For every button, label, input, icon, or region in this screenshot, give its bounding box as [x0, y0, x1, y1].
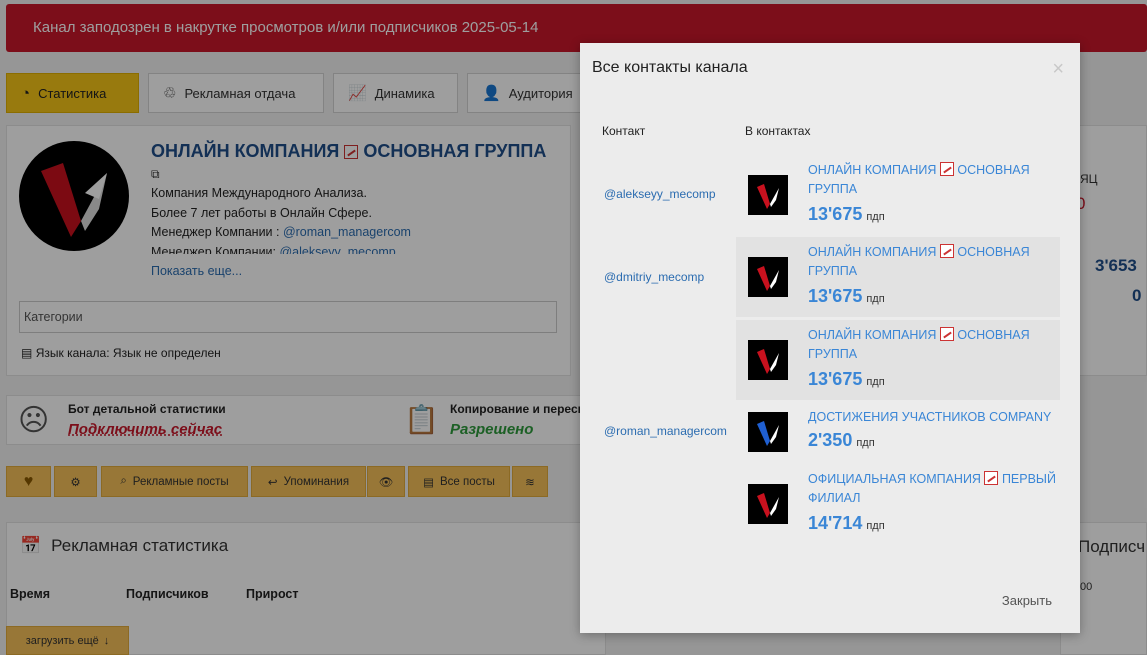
contact-channel-row[interactable]: ОНЛАЙН КОМПАНИЯ ОСНОВНАЯ ГРУППА 13'675 пд… [736, 320, 1060, 400]
chart-emoji-icon [939, 244, 954, 258]
contact-link[interactable]: @alekseyy_mecomp [604, 187, 716, 201]
channel-name: ДОСТИЖЕНИЯ УЧАСТНИКОВ COMPANY [808, 410, 1052, 424]
col-contact: Контакт [602, 124, 646, 138]
contacts-modal: Все контакты канала × Контакт В контакта… [580, 43, 1080, 633]
chart-emoji-icon [939, 327, 954, 341]
channel-logo [748, 412, 788, 452]
channel-logo [748, 340, 788, 380]
contact-link[interactable]: @roman_managercom [604, 424, 727, 438]
channel-logo [748, 484, 788, 524]
channel-name: ОФИЦИАЛЬНАЯ КОМПАНИЯ ПЕРВЫЙ ФИЛИАЛ [808, 471, 1056, 505]
close-button[interactable]: Закрыть [1002, 593, 1052, 608]
subscriber-count: 14'714 пдп [808, 513, 885, 533]
subscriber-count: 13'675 пдп [808, 369, 885, 389]
channel-name: ОНЛАЙН КОМПАНИЯ ОСНОВНАЯ ГРУППА [808, 327, 1030, 361]
contact-channel-row[interactable]: ОФИЦИАЛЬНАЯ КОМПАНИЯ ПЕРВЫЙ ФИЛИАЛ 14'71… [736, 468, 1060, 538]
contact-channel-row[interactable]: ОНЛАЙН КОМПАНИЯ ОСНОВНАЯ ГРУППА 13'675 пд… [736, 155, 1060, 235]
chart-emoji-icon [939, 162, 954, 176]
contact-link[interactable]: @dmitriy_mecomp [604, 270, 704, 284]
subscriber-count: 2'350 пдп [808, 430, 875, 450]
contact-channel-row[interactable]: ОНЛАЙН КОМПАНИЯ ОСНОВНАЯ ГРУППА 13'675 пд… [736, 237, 1060, 317]
channel-name: ОНЛАЙН КОМПАНИЯ ОСНОВНАЯ ГРУППА [808, 162, 1030, 196]
modal-title: Все контакты канала [592, 59, 748, 76]
channel-logo [748, 257, 788, 297]
close-icon[interactable]: × [1052, 58, 1064, 81]
col-in-contacts: В контактах [745, 124, 811, 138]
channel-logo [748, 175, 788, 215]
channel-name: ОНЛАЙН КОМПАНИЯ ОСНОВНАЯ ГРУППА [808, 244, 1030, 278]
chart-emoji-icon [984, 471, 999, 485]
contact-channel-row[interactable]: ДОСТИЖЕНИЯ УЧАСТНИКОВ COMPANY 2'350 пдп [736, 403, 1060, 465]
subscriber-count: 13'675 пдп [808, 286, 885, 306]
subscriber-count: 13'675 пдп [808, 204, 885, 224]
